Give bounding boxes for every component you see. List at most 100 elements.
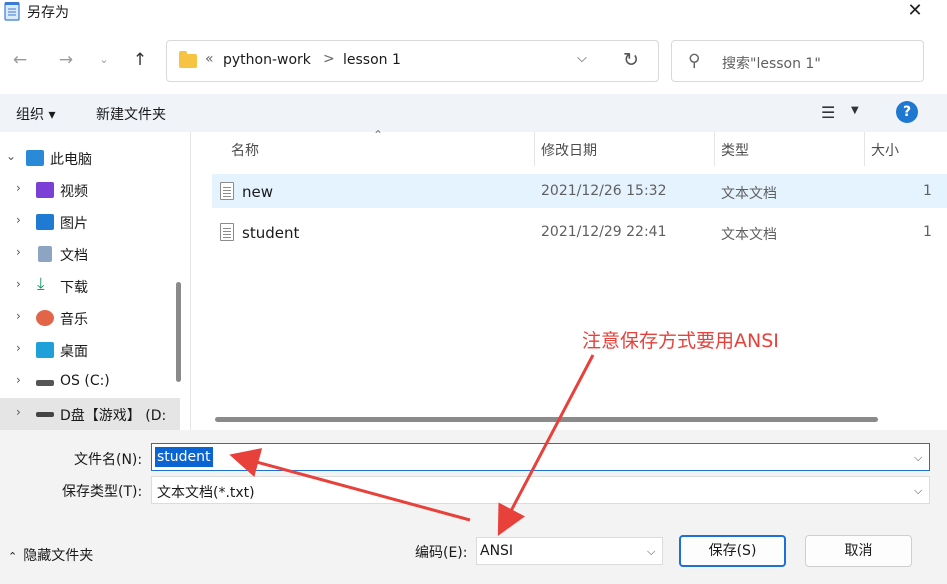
expand-chevron-icon[interactable]: › <box>16 405 21 419</box>
search-placeholder: 搜索"lesson 1" <box>722 56 821 72</box>
expand-chevron-icon[interactable]: › <box>16 341 21 355</box>
filename-value[interactable]: student <box>155 447 213 467</box>
sidebar-item-label: 下载 <box>60 280 88 296</box>
encoding-value: ANSI <box>480 543 514 559</box>
notepad-icon <box>4 2 20 21</box>
drive-icon <box>36 412 54 417</box>
file-modified: 2021/12/26 15:32 <box>541 183 667 199</box>
hide-folders-toggle[interactable]: ⌃ 隐藏文件夹 <box>8 545 93 565</box>
sidebar-scrollbar[interactable] <box>176 282 181 382</box>
address-separator: > <box>323 51 335 67</box>
sidebar-item-documents[interactable]: › 文档 <box>0 238 180 270</box>
file-name: student <box>242 224 300 242</box>
pane-splitter[interactable] <box>190 132 191 430</box>
sidebar-item-label: 音乐 <box>60 312 88 328</box>
address-bar[interactable]: « python-work > lesson 1 ⌵ ↻ <box>166 40 659 82</box>
file-type: 文本文档 <box>721 227 777 243</box>
sidebar-item-label: 文档 <box>60 248 88 264</box>
sidebar-item-label: 桌面 <box>60 344 88 360</box>
search-icon: ⚲ <box>688 51 701 71</box>
column-header-type[interactable]: 类型 <box>721 140 749 160</box>
column-divider[interactable] <box>864 132 865 166</box>
sidebar-item-label: 此电脑 <box>50 152 92 168</box>
view-options-icon[interactable]: ☰ <box>821 103 835 122</box>
forward-arrow-icon[interactable]: → <box>54 48 78 72</box>
navigation-pane: ⌄ 此电脑 › 视频 › 图片 › 文档 › ⤓ 下载 › 音乐 › 桌面 › … <box>0 132 182 430</box>
command-bar: 组织 ▾ 新建文件夹 ☰ ▼ ? <box>0 94 947 132</box>
filetype-value: 文本文档(*.txt) <box>157 485 255 501</box>
new-folder-button[interactable]: 新建文件夹 <box>96 104 166 124</box>
close-button[interactable]: ✕ <box>902 0 928 22</box>
hide-folders-label: 隐藏文件夹 <box>23 548 94 564</box>
organize-menu[interactable]: 组织 ▾ <box>16 104 55 124</box>
up-arrow-icon[interactable]: ↑ <box>128 48 152 72</box>
filetype-dropdown-chevron-icon[interactable]: ⌵ <box>914 484 922 498</box>
computer-icon <box>26 150 44 166</box>
column-header-size[interactable]: 大小 <box>871 140 899 160</box>
table-row[interactable]: new 2021/12/26 15:32 文本文档 1 <box>212 174 947 208</box>
save-button[interactable]: 保存(S) <box>679 535 786 567</box>
file-size: 1 <box>923 224 932 240</box>
file-size: 1 <box>923 183 932 199</box>
filename-input[interactable]: student ⌵ <box>151 443 930 471</box>
sidebar-item-label: OS (C:) <box>60 373 110 389</box>
sidebar-item-desktop[interactable]: › 桌面 <box>0 334 180 366</box>
sort-ascending-icon: ⌃ <box>373 128 384 142</box>
sidebar-item-label: 图片 <box>60 216 88 232</box>
recent-locations-chevron-icon[interactable]: ⌄ <box>92 48 116 72</box>
title-bar: 另存为 ✕ <box>0 0 947 26</box>
sidebar-item-music[interactable]: › 音乐 <box>0 302 180 334</box>
refresh-icon[interactable]: ↻ <box>623 49 639 71</box>
music-icon <box>36 310 54 326</box>
sidebar-item-videos[interactable]: › 视频 <box>0 174 180 206</box>
cancel-button[interactable]: 取消 <box>805 535 912 567</box>
encoding-dropdown-chevron-icon[interactable]: ⌵ <box>647 545 655 559</box>
text-file-icon <box>220 182 234 200</box>
sidebar-item-label: D盘【游戏】 (D: <box>60 408 167 424</box>
address-overflow[interactable]: « <box>205 51 214 67</box>
expand-chevron-icon[interactable]: › <box>16 181 21 195</box>
column-divider[interactable] <box>534 132 535 166</box>
filetype-select[interactable]: 文本文档(*.txt) ⌵ <box>151 476 930 504</box>
expand-chevron-icon[interactable]: › <box>16 213 21 227</box>
sidebar-item-os-c[interactable]: › OS (C:) <box>0 366 180 398</box>
sidebar-item-this-pc[interactable]: ⌄ 此电脑 <box>0 142 180 174</box>
encoding-label: 编码(E): <box>415 545 468 561</box>
address-segment-lesson-1[interactable]: lesson 1 <box>343 52 401 68</box>
folder-icon <box>179 51 197 68</box>
encoding-select[interactable]: ANSI ⌵ <box>476 537 663 565</box>
search-box[interactable]: ⚲ 搜索"lesson 1" <box>671 40 924 82</box>
expand-chevron-icon[interactable]: › <box>16 373 21 387</box>
column-header-modified[interactable]: 修改日期 <box>541 140 597 160</box>
address-dropdown-chevron-icon[interactable]: ⌵ <box>577 51 587 66</box>
address-segment-python-work[interactable]: python-work <box>223 52 311 68</box>
desktop-icon <box>36 342 54 358</box>
horizontal-scrollbar[interactable] <box>215 417 878 422</box>
collapse-chevron-icon[interactable]: ⌄ <box>6 149 16 163</box>
annotation-text: 注意保存方式要用ANSI <box>582 330 779 352</box>
drive-icon <box>36 380 54 386</box>
download-icon: ⤓ <box>37 274 45 294</box>
view-dropdown-caret-icon[interactable]: ▼ <box>851 105 859 116</box>
sidebar-item-label: 视频 <box>60 184 88 200</box>
table-row[interactable]: student 2021/12/29 22:41 文本文档 1 <box>212 215 947 249</box>
file-name: new <box>242 183 274 201</box>
file-type: 文本文档 <box>721 186 777 202</box>
sidebar-item-downloads[interactable]: › ⤓ 下载 <box>0 270 180 302</box>
back-arrow-icon[interactable]: ← <box>8 48 32 72</box>
text-file-icon <box>220 223 234 241</box>
sidebar-item-d-drive[interactable]: › D盘【游戏】 (D: <box>0 398 180 430</box>
file-modified: 2021/12/29 22:41 <box>541 224 667 240</box>
video-icon <box>36 182 54 198</box>
window-title: 另存为 <box>27 5 69 21</box>
filename-dropdown-chevron-icon[interactable]: ⌵ <box>914 451 922 465</box>
expand-chevron-icon[interactable]: › <box>16 245 21 259</box>
expand-chevron-icon[interactable]: › <box>16 309 21 323</box>
help-icon[interactable]: ? <box>896 101 918 123</box>
documents-icon <box>38 246 52 262</box>
expand-chevron-icon[interactable]: › <box>16 277 21 291</box>
chevron-up-icon: ⌃ <box>8 550 18 563</box>
sidebar-item-pictures[interactable]: › 图片 <box>0 206 180 238</box>
column-header-name[interactable]: 名称 <box>231 140 259 160</box>
column-divider[interactable] <box>714 132 715 166</box>
